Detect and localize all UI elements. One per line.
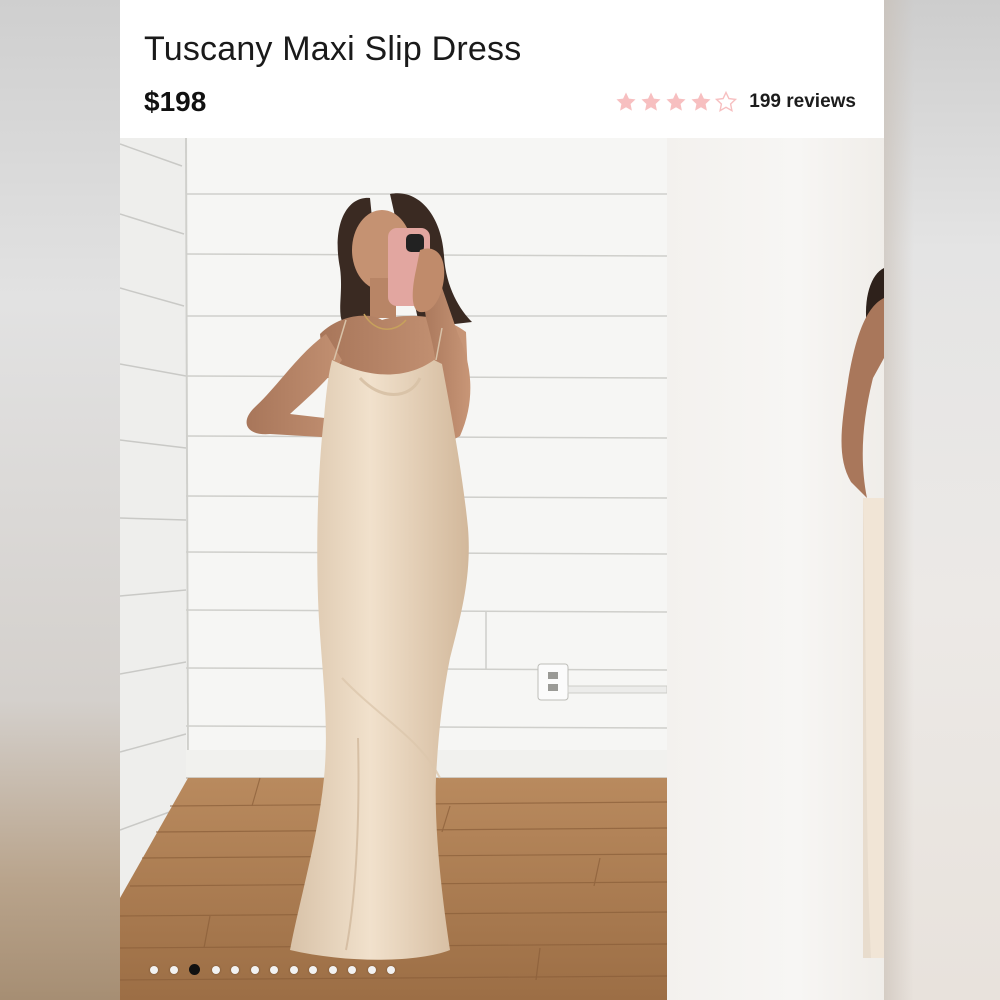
rating-summary[interactable]: 199 reviews — [614, 88, 856, 116]
star-icon — [666, 92, 686, 111]
star-icon — [616, 92, 636, 111]
star-icon — [641, 92, 661, 111]
pagination-dot[interactable] — [328, 965, 337, 974]
product-header: Tuscany Maxi Slip Dress $198 199 reviews — [120, 0, 884, 138]
product-panel: Tuscany Maxi Slip Dress $198 199 reviews — [120, 0, 884, 1000]
pagination-dot[interactable] — [348, 965, 356, 974]
pagination-dot[interactable] — [250, 965, 259, 974]
product-image-gallery[interactable] — [120, 138, 884, 1000]
pagination-dot[interactable] — [270, 965, 278, 974]
blurred-backdrop-left — [0, 0, 120, 1000]
pagination-dot-active[interactable] — [189, 964, 200, 975]
star-rating — [614, 90, 739, 114]
star-icon — [691, 92, 711, 111]
gallery-pagination[interactable] — [150, 964, 407, 975]
product-photo-main[interactable] — [120, 138, 667, 1000]
pagination-dot[interactable] — [150, 965, 158, 974]
product-photo-next-preview[interactable] — [667, 138, 884, 1000]
pagination-dot[interactable] — [387, 965, 395, 974]
pagination-dot[interactable] — [169, 965, 178, 974]
product-title: Tuscany Maxi Slip Dress — [144, 30, 522, 68]
pagination-dot[interactable] — [211, 965, 220, 974]
pagination-dot[interactable] — [367, 965, 376, 974]
star-outline-icon — [715, 90, 738, 112]
pagination-dot[interactable] — [309, 965, 317, 974]
reviews-link[interactable]: 199 reviews — [749, 91, 856, 113]
blurred-backdrop-right — [884, 0, 1000, 1000]
product-price: $198 — [144, 86, 207, 117]
pagination-dot[interactable] — [231, 965, 239, 974]
pagination-dot[interactable] — [289, 965, 298, 974]
